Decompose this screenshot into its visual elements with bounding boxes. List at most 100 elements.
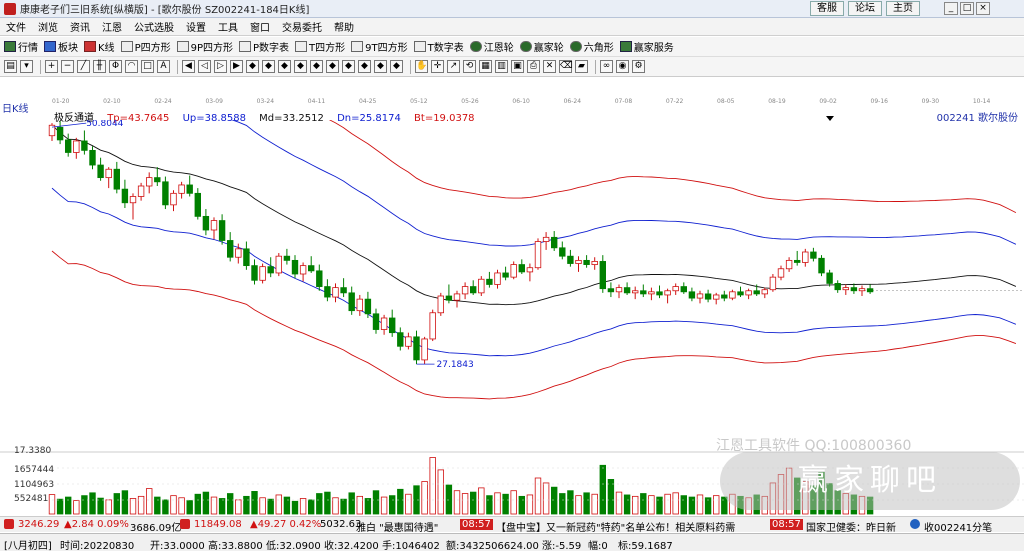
menu-window[interactable]: 窗口 bbox=[244, 19, 276, 34]
menu-formula[interactable]: 公式选股 bbox=[128, 19, 180, 34]
news-1[interactable]: 雅白 "最惠国待遇" bbox=[356, 519, 438, 532]
zoom-out-icon[interactable]: − bbox=[61, 60, 74, 73]
volume-tick-2: 1657444 bbox=[14, 465, 55, 475]
text-tool-icon[interactable]: A bbox=[157, 60, 170, 73]
candle-body bbox=[332, 287, 339, 298]
diamond-8-icon[interactable]: ◆ bbox=[358, 60, 371, 73]
candle-body bbox=[785, 259, 793, 270]
arc-icon[interactable]: ◠ bbox=[125, 60, 138, 73]
save-icon[interactable]: ▣ bbox=[511, 60, 524, 73]
volume-bar bbox=[194, 493, 201, 515]
toolbar-quotes[interactable]: 行情 bbox=[4, 39, 38, 54]
sh-index[interactable]: 3246.29 bbox=[18, 519, 59, 530]
drawing-toolbar: ▤ ▾ + − ╱ ╫ Φ ◠ □ A ◀ ◁ ▷ ▶ ◆ ◆ ◆ ◆ ◆ ◆ … bbox=[0, 57, 1024, 77]
menu-file[interactable]: 文件 bbox=[0, 19, 32, 34]
fib-icon[interactable]: Φ bbox=[109, 60, 122, 73]
candle-body bbox=[218, 220, 226, 241]
toolbar-t-square[interactable]: T四方形 bbox=[295, 39, 345, 54]
link-icon[interactable]: ∞ bbox=[600, 60, 613, 73]
toolbar-service[interactable]: 赢家服务 bbox=[619, 39, 674, 54]
toolbar-p-table[interactable]: P数字表 bbox=[239, 39, 289, 54]
candle-body bbox=[502, 272, 509, 278]
sz-index[interactable]: 11849.08 bbox=[194, 519, 242, 530]
volume-bar bbox=[453, 490, 461, 515]
menu-gann[interactable]: 江恩 bbox=[96, 19, 128, 34]
candle-body bbox=[656, 291, 663, 296]
trend-icon[interactable]: ↗ bbox=[447, 60, 460, 73]
settings-icon[interactable]: ⚙ bbox=[632, 60, 645, 73]
first-icon[interactable]: ◀ bbox=[182, 60, 195, 73]
window-title: 康康老子们三旧系统[纵横版] - [歌尔股份 SZ002241-184日K线] bbox=[20, 5, 310, 16]
erase-icon[interactable]: ⌫ bbox=[559, 60, 573, 73]
toolbar-kline[interactable]: K线 bbox=[84, 39, 115, 54]
period-icon[interactable]: ▾ bbox=[20, 60, 33, 73]
news-2[interactable]: 【盘中宝】又一新冠药"特药"名单公布！相关原料药需 bbox=[496, 519, 735, 532]
prev-icon[interactable]: ◁ bbox=[198, 60, 211, 73]
candle-body bbox=[510, 264, 517, 278]
status-time: 时间:20220830 bbox=[60, 541, 135, 551]
toolbar-sector[interactable]: 板块 bbox=[44, 39, 78, 54]
hand-icon[interactable]: ✋ bbox=[415, 60, 428, 73]
diamond-5-icon[interactable]: ◆ bbox=[310, 60, 323, 73]
minimize-icon[interactable]: _ bbox=[944, 2, 958, 15]
car-icon[interactable]: ▰ bbox=[575, 60, 588, 73]
candle-body bbox=[866, 288, 874, 293]
diamond-4-icon[interactable]: ◆ bbox=[294, 60, 307, 73]
subscribed-ticks[interactable]: 收002241分笔 bbox=[924, 519, 992, 532]
diamond-10-icon[interactable]: ◆ bbox=[390, 60, 403, 73]
grid-icon[interactable]: ▦ bbox=[479, 60, 492, 73]
candle-body bbox=[388, 317, 396, 334]
toolbar-9p-square[interactable]: 9P四方形 bbox=[176, 39, 233, 54]
diamond-9-icon[interactable]: ◆ bbox=[374, 60, 387, 73]
toolbar-winner-wheel[interactable]: 赢家轮 bbox=[519, 39, 564, 54]
toolbar-9t-square[interactable]: 9T四方形 bbox=[351, 39, 408, 54]
globe-icon[interactable]: ◉ bbox=[616, 60, 629, 73]
candle-body bbox=[178, 184, 185, 194]
toolbar-p-square[interactable]: P四方形 bbox=[120, 39, 171, 54]
sh-amount: 3686.09亿 bbox=[130, 523, 182, 532]
toolbar-hexagon[interactable]: 六角形 bbox=[569, 39, 614, 54]
band-bt-line bbox=[51, 250, 1017, 400]
menu-news[interactable]: 资讯 bbox=[64, 19, 96, 34]
status-open: 开:33.0000 bbox=[150, 541, 205, 551]
calc-icon[interactable]: ▥ bbox=[495, 60, 508, 73]
service-button[interactable]: 客服 bbox=[810, 1, 844, 16]
next-icon[interactable]: ▷ bbox=[214, 60, 227, 73]
volume-bar bbox=[283, 496, 291, 515]
last-icon[interactable]: ▶ bbox=[230, 60, 243, 73]
news-3[interactable]: 国家卫健委：昨日新 bbox=[806, 519, 896, 532]
forum-button[interactable]: 论坛 bbox=[848, 1, 882, 16]
sh-change: ▲2.84 0.09% bbox=[64, 519, 129, 530]
menu-tools[interactable]: 工具 bbox=[212, 19, 244, 34]
home-button[interactable]: 主页 bbox=[886, 1, 920, 16]
rect-icon[interactable]: □ bbox=[141, 60, 154, 73]
diamond-2-icon[interactable]: ◆ bbox=[262, 60, 275, 73]
diamond-6-icon[interactable]: ◆ bbox=[326, 60, 339, 73]
candle-body bbox=[243, 248, 250, 267]
chart-type-icon[interactable]: ▤ bbox=[4, 60, 17, 73]
menu-browse[interactable]: 浏览 bbox=[32, 19, 64, 34]
close-icon[interactable]: × bbox=[976, 2, 990, 15]
cross-icon[interactable]: ✛ bbox=[431, 60, 444, 73]
menu-settings[interactable]: 设置 bbox=[180, 19, 212, 34]
candle-body bbox=[453, 293, 461, 301]
channel-icon[interactable]: ╫ bbox=[93, 60, 106, 73]
cycle-icon[interactable]: ⟲ bbox=[463, 60, 476, 73]
menu-help[interactable]: 帮助 bbox=[328, 19, 360, 34]
diamond-3-icon[interactable]: ◆ bbox=[278, 60, 291, 73]
toolbar-t-table[interactable]: T数字表 bbox=[413, 39, 464, 54]
delete-icon[interactable]: ✕ bbox=[543, 60, 556, 73]
menu-trade[interactable]: 交易委托 bbox=[276, 19, 328, 34]
diamond-1-icon[interactable]: ◆ bbox=[246, 60, 259, 73]
zoom-in-icon[interactable]: + bbox=[45, 60, 58, 73]
main-toolbar: 行情 板块 K线 P四方形 9P四方形 P数字表 T四方形 9T四方形 T数字表… bbox=[0, 37, 1024, 57]
date-tick: 09-16 bbox=[870, 98, 888, 105]
candle-body bbox=[469, 286, 477, 294]
print-icon[interactable]: ⎙ bbox=[527, 60, 540, 73]
period-label[interactable]: 日K线 bbox=[2, 100, 29, 115]
toolbar-gann-wheel[interactable]: 江恩轮 bbox=[469, 39, 514, 54]
sound-icon[interactable] bbox=[910, 519, 920, 529]
diamond-7-icon[interactable]: ◆ bbox=[342, 60, 355, 73]
line-icon[interactable]: ╱ bbox=[77, 60, 90, 73]
maximize-icon[interactable]: □ bbox=[960, 2, 974, 15]
